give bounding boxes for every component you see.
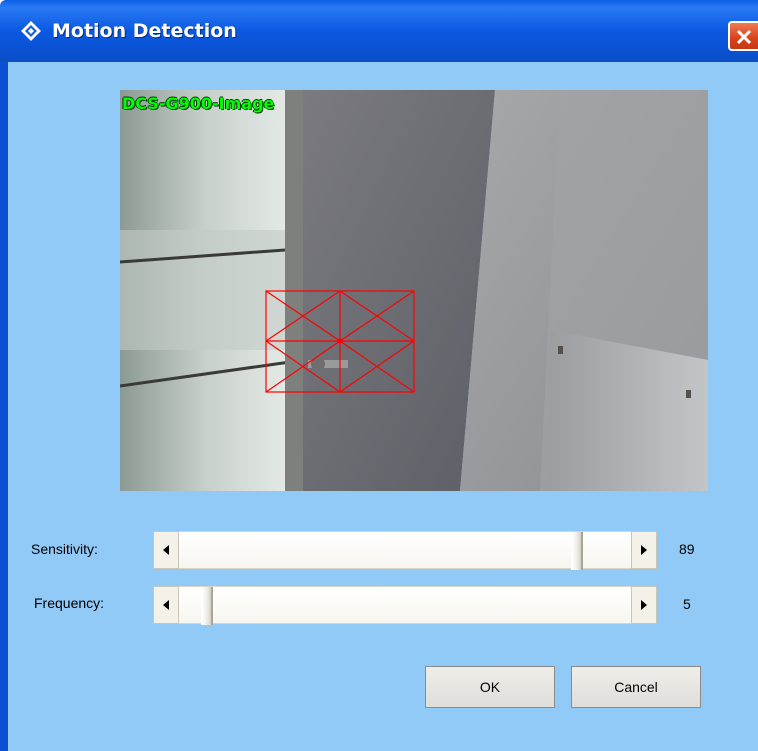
diamond-app-icon: [21, 21, 41, 41]
window-left-border: [0, 62, 8, 751]
arrow-right-icon: [641, 545, 647, 555]
arrow-right-icon: [641, 600, 647, 610]
sensitivity-increase-button[interactable]: [631, 531, 657, 569]
arrow-left-icon: [163, 600, 169, 610]
frequency-slider[interactable]: [153, 586, 657, 625]
sensitivity-thumb[interactable]: [571, 532, 583, 570]
sensitivity-slider[interactable]: [153, 531, 657, 570]
frequency-track[interactable]: [179, 586, 631, 625]
camera-image: [120, 90, 708, 491]
camera-overlay-label: DCS-G900-Image: [122, 94, 275, 113]
arrow-left-icon: [163, 545, 169, 555]
frequency-decrease-button[interactable]: [153, 586, 179, 624]
sensitivity-label: Sensitivity:: [31, 541, 98, 557]
sensitivity-track[interactable]: [179, 531, 631, 570]
sensitivity-value: 89: [679, 541, 695, 557]
close-button[interactable]: [728, 21, 758, 51]
frequency-label: Frequency:: [34, 595, 105, 611]
frequency-thumb[interactable]: [201, 587, 213, 625]
ok-button[interactable]: OK: [425, 666, 555, 708]
cancel-button[interactable]: Cancel: [571, 666, 701, 708]
window-title: Motion Detection: [52, 20, 237, 42]
frequency-value: 5: [683, 596, 691, 612]
close-x-icon: [736, 29, 752, 45]
sensitivity-decrease-button[interactable]: [153, 531, 179, 569]
motion-detection-dialog: Motion Detection DCS-G900-Image Sensitiv…: [0, 0, 758, 751]
camera-preview[interactable]: DCS-G900-Image: [120, 90, 708, 491]
frequency-increase-button[interactable]: [631, 586, 657, 624]
title-bar[interactable]: Motion Detection: [0, 0, 758, 62]
